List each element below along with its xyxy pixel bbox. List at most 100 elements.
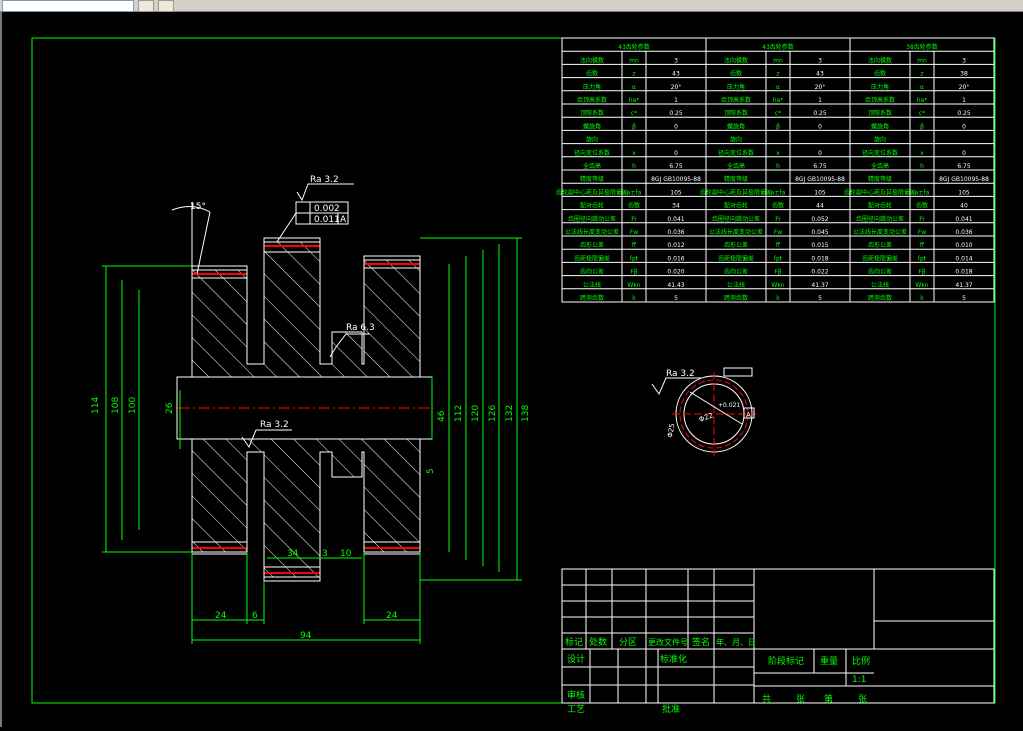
param-cell: 精度等级: [580, 175, 604, 183]
param-cell: 法向模数: [868, 56, 892, 64]
param-cell: 44: [816, 203, 824, 210]
drawing-canvas[interactable]: 114 108 100 26 46 112 120 126 132 138 5 …: [0, 12, 1023, 727]
layer-dropdown[interactable]: [2, 0, 134, 12]
detail-dia1: Φ25: [666, 423, 676, 439]
param-cell: c*: [919, 110, 925, 117]
param-cell: 0.010: [955, 242, 972, 249]
param-cell: 公法线长度变动公差: [565, 228, 619, 236]
tb-page: 第: [824, 693, 833, 705]
param-cell: 0.25: [957, 110, 971, 117]
param-cell: Fw: [918, 229, 926, 236]
gear-section-view: [176, 237, 434, 582]
param-cell: 齿轮副中心距及其极限偏差: [700, 188, 772, 196]
param-cell: 0: [818, 150, 822, 157]
param-cell: c*: [631, 110, 637, 117]
param-cell: 0.041: [955, 216, 972, 223]
param-cell: 全齿高: [727, 162, 745, 170]
param-cell: 105: [814, 189, 826, 196]
dim-46: 46: [437, 410, 447, 422]
layer-icon[interactable]: [158, 0, 174, 12]
param-cell: 法向模数: [580, 56, 604, 64]
param-cell: a±fa: [915, 189, 930, 196]
param-cell: 0.015: [811, 242, 828, 249]
svg-text:Ra 3.2: Ra 3.2: [260, 420, 289, 430]
param-cell: 6.75: [813, 163, 827, 170]
param-cell: 5: [962, 295, 966, 302]
tb-standard: 标准化: [660, 653, 687, 665]
dim-100: 100: [128, 397, 138, 414]
param-cell: β: [632, 123, 636, 130]
cad-tool-icon[interactable]: [138, 0, 154, 12]
param-cell: β: [776, 123, 780, 130]
param-cell: Fw: [630, 229, 638, 236]
param-cell: 40: [960, 203, 968, 210]
param-cell: 0: [962, 150, 966, 157]
title-block: [561, 568, 995, 704]
tb-sheet-label: 张: [796, 694, 805, 705]
param-cell: 齿形公差: [724, 241, 748, 249]
tb-zone: 分区: [619, 637, 637, 648]
param-cell: 0.045: [811, 229, 828, 236]
param-cell: 螺旋角: [871, 122, 889, 130]
param-cell: 径向变位系数: [718, 149, 754, 157]
param-cell: 螺旋角: [583, 122, 601, 130]
param-cell: 0.052: [811, 216, 828, 223]
drawing-border: [31, 37, 996, 704]
param-cell: 105: [958, 189, 970, 196]
param-cell: Wkn: [915, 282, 928, 289]
dim-138: 138: [521, 405, 531, 422]
param-cell: 齿数: [874, 70, 886, 78]
detail-view: Ra 3.2 A Φ25 Φ22 +0.021: [651, 367, 756, 456]
drawing-svg: 114 108 100 26 46 112 120 126 132 138 5 …: [31, 37, 996, 715]
svg-text:0.002: 0.002: [314, 204, 340, 214]
param-cell: 跨测齿数: [580, 294, 604, 302]
param-cell: Fr: [919, 216, 925, 223]
param-cell: 螺旋角: [727, 122, 745, 130]
param-cell: ha*: [629, 97, 639, 104]
param-cell: 齿轮副中心距及其极限偏差: [844, 188, 916, 196]
param-cell: 跨测齿数: [724, 294, 748, 302]
param-cell: 齿距极限偏差: [718, 254, 754, 262]
param-cell: 法向模数: [724, 56, 748, 64]
param-cell: 全齿高: [871, 162, 889, 170]
param-cell: 全齿高: [583, 162, 601, 170]
param-cell: 齿顶高系数: [577, 96, 607, 104]
param-cell: 5: [818, 295, 822, 302]
param-cell: β: [920, 123, 924, 130]
param-cell: 41.37: [955, 282, 972, 289]
param-cell: 精度等级: [724, 175, 748, 183]
angle-line-2: [196, 211, 211, 275]
param-cell: 43: [816, 71, 824, 78]
tb-date: 年、月、日: [716, 637, 756, 647]
param-cell: α: [920, 84, 924, 91]
param-cell: 0: [674, 123, 678, 130]
param-cell: 8GJ GB10095-88: [795, 176, 845, 183]
param-cell: α: [632, 84, 636, 91]
param-cell: 径向变位系数: [574, 149, 610, 157]
param-cell: 0.041: [667, 216, 684, 223]
dim-34: 34: [287, 549, 299, 559]
param-cell: x: [632, 150, 636, 157]
param-cell: x: [776, 150, 780, 157]
param-cell: 43: [672, 71, 680, 78]
param-header: 43齿轮参数: [618, 43, 650, 51]
param-cell: x: [920, 150, 924, 157]
param-cell: 3: [674, 57, 678, 64]
dim-126: 126: [488, 405, 498, 422]
svg-text:Ra 6.3: Ra 6.3: [346, 323, 375, 333]
param-cell: 齿向公差: [580, 268, 604, 276]
param-cell: 20°: [959, 84, 970, 91]
param-cell: 旋向: [586, 136, 598, 144]
param-cell: 0.020: [667, 269, 684, 276]
param-cell: k: [776, 295, 780, 302]
param-cell: ff: [632, 242, 637, 249]
param-cell: 齿顶高系数: [721, 96, 751, 104]
param-cell: 1: [962, 97, 966, 104]
param-cell: 20°: [815, 84, 826, 91]
tb-scale-label: 比例: [852, 655, 870, 667]
param-cell: ha*: [773, 97, 783, 104]
param-cell: 齿数: [916, 202, 928, 210]
tb-process: 工艺: [567, 704, 585, 715]
dim-10: 10: [340, 549, 352, 559]
param-cell: 齿数: [730, 70, 742, 78]
